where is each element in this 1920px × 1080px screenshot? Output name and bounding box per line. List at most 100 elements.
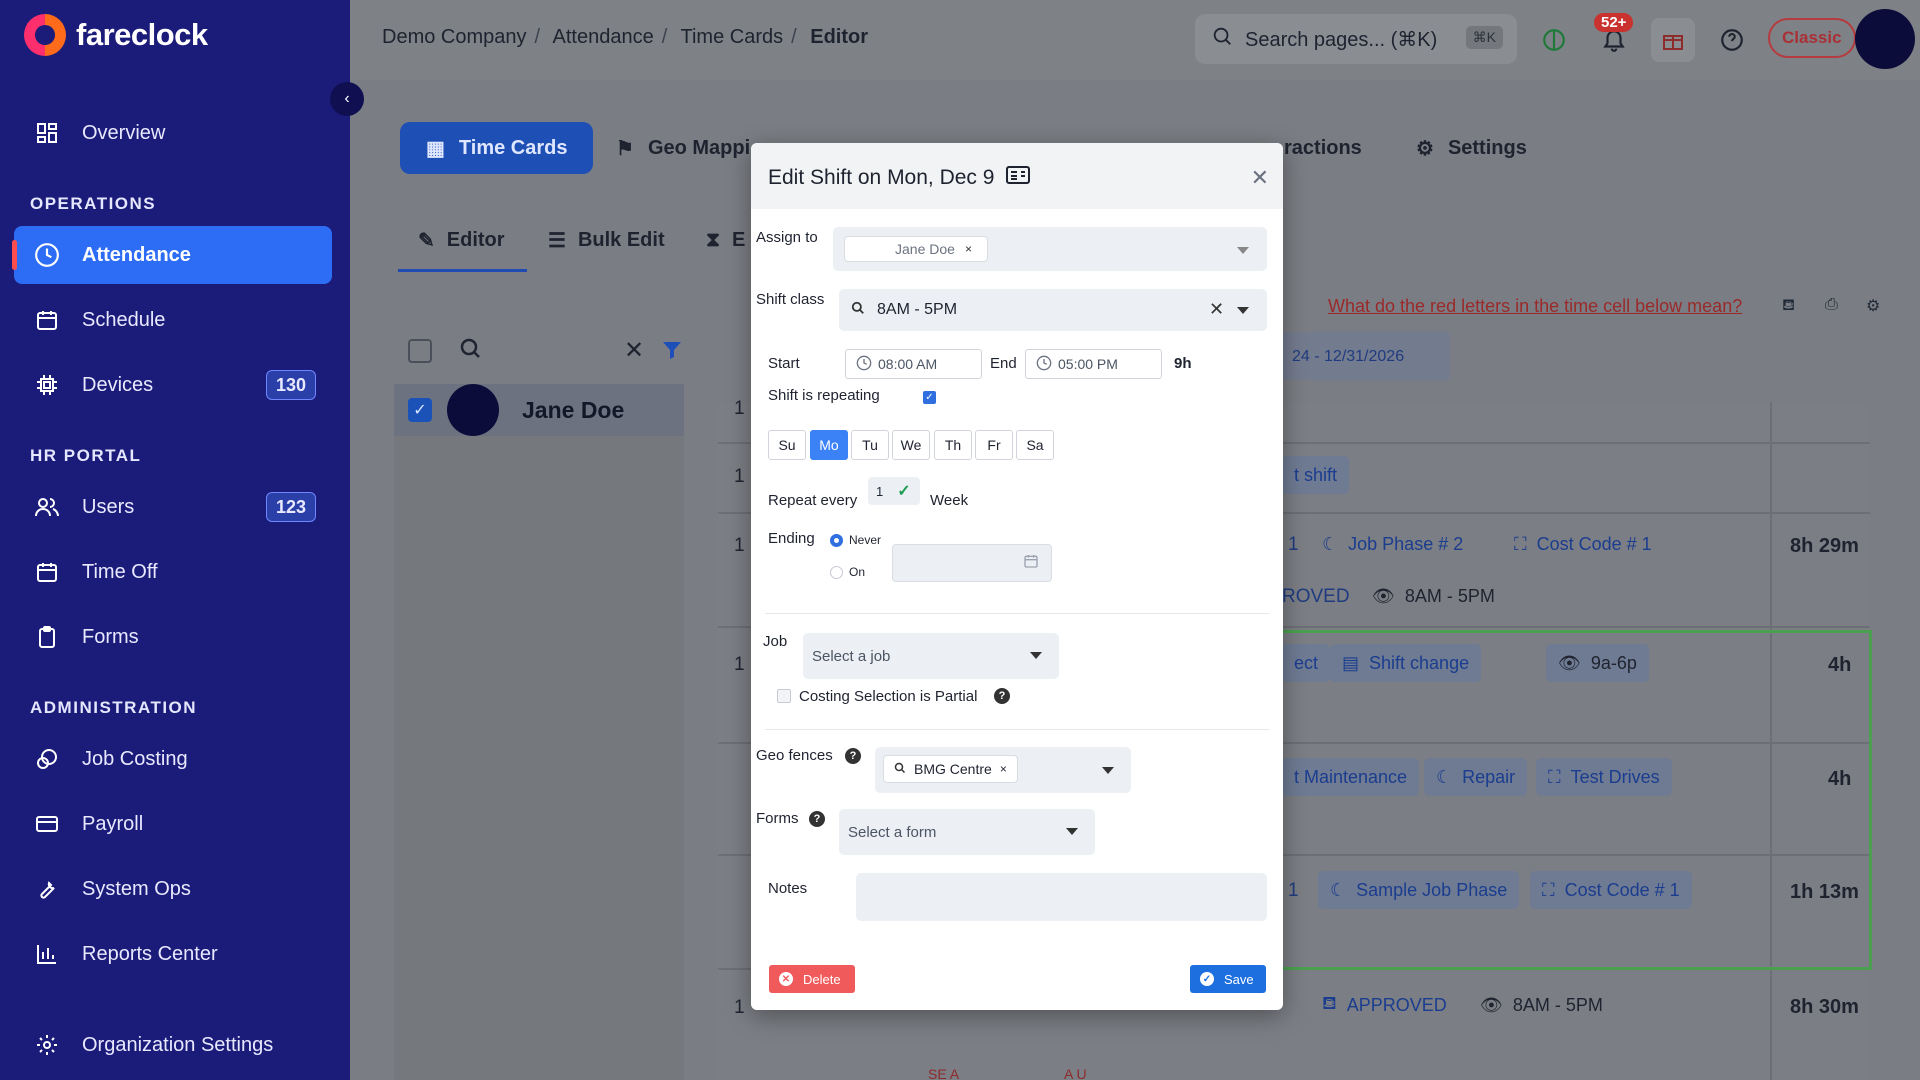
logo[interactable]: fareclock bbox=[24, 14, 208, 56]
day-wednesday[interactable]: We bbox=[892, 430, 930, 460]
job-phase-chip[interactable]: ☾ Sample Job Phase bbox=[1318, 871, 1520, 909]
end-time-input[interactable]: 05:00 PM bbox=[1025, 349, 1162, 379]
subtab-bulk-edit[interactable]: ☰ Bulk Edit bbox=[548, 218, 665, 262]
start-time-input[interactable]: 08:00 AM bbox=[845, 349, 982, 379]
employee-checkbox[interactable]: ✓ bbox=[408, 398, 432, 422]
red-letters-help-link[interactable]: What do the red letters in the time cell… bbox=[1328, 296, 1742, 317]
repeat-every-input[interactable]: 1 ✓ bbox=[868, 477, 920, 505]
notes-textarea[interactable] bbox=[856, 873, 1267, 921]
ending-never-radio[interactable] bbox=[830, 534, 843, 547]
cost-code-chip[interactable]: ⛶ Cost Code # 1 bbox=[1530, 871, 1692, 909]
tab-geo-mapping[interactable]: ⚑ Geo Mappi bbox=[616, 122, 750, 174]
save-button[interactable]: ✓ Save bbox=[1190, 965, 1266, 993]
shift-class-chip[interactable]: 👁 9a-6p bbox=[1546, 644, 1649, 682]
shift-class-select[interactable]: 8AM - 5PM bbox=[839, 289, 1267, 331]
sidebar-item-users[interactable]: Users 123 bbox=[14, 478, 332, 536]
day-saturday[interactable]: Sa bbox=[1016, 430, 1054, 460]
tab-interactions[interactable]: ractions bbox=[1284, 122, 1362, 174]
help-icon[interactable]: ? bbox=[809, 811, 825, 827]
chip-label: 8AM - 5PM bbox=[1512, 994, 1603, 1015]
end-label: End bbox=[990, 355, 1017, 372]
day-friday[interactable]: Fr bbox=[975, 430, 1013, 460]
help-icon[interactable] bbox=[1710, 18, 1754, 62]
user-avatar[interactable] bbox=[1855, 9, 1915, 69]
assignee-tag[interactable]: Jane Doe × bbox=[844, 236, 988, 262]
date-range[interactable]: 24 - 12/31/2026 bbox=[1282, 332, 1450, 380]
sidebar-item-label: Forms bbox=[82, 625, 139, 648]
print-icon[interactable]: ⎙ bbox=[1825, 296, 1838, 314]
breadcrumb-time-cards[interactable]: Time Cards bbox=[681, 26, 784, 48]
close-icon[interactable]: ✕ bbox=[1251, 165, 1269, 191]
job-phase-chip[interactable]: ☾ Job Phase # 2 bbox=[1310, 525, 1475, 563]
sidebar-item-devices[interactable]: Devices 130 bbox=[14, 356, 332, 414]
sidebar-item-job-costing[interactable]: Job Costing bbox=[14, 730, 332, 788]
subtab-other[interactable]: ⧗ E bbox=[706, 218, 745, 262]
id-card-icon[interactable] bbox=[1006, 165, 1031, 191]
employee-search-icon[interactable] bbox=[458, 336, 482, 365]
breadcrumb-attendance[interactable]: Attendance bbox=[553, 26, 654, 48]
sidebar-item-time-off[interactable]: Time Off bbox=[14, 543, 332, 601]
sidebar-item-forms[interactable]: Forms bbox=[14, 608, 332, 666]
chevron-down-icon[interactable] bbox=[1030, 652, 1042, 659]
select-all-checkbox[interactable] bbox=[408, 339, 432, 363]
sidebar-item-overview[interactable]: Overview bbox=[14, 104, 332, 162]
gear-icon[interactable]: ⚙ bbox=[1866, 296, 1880, 316]
breadcrumb-company[interactable]: Demo Company bbox=[382, 26, 527, 48]
chevron-down-icon[interactable] bbox=[1102, 767, 1114, 774]
day-tuesday[interactable]: Tu bbox=[851, 430, 889, 460]
job-select[interactable]: Select a job bbox=[803, 633, 1059, 679]
geofence-tag[interactable]: BMG Centre × bbox=[883, 755, 1018, 783]
cost-code-chip[interactable]: ⛶ Cost Code # 1 bbox=[1502, 525, 1664, 563]
sidebar-item-reports-center[interactable]: Reports Center bbox=[14, 925, 332, 983]
status-icon[interactable] bbox=[1532, 18, 1576, 62]
classic-mode-button[interactable]: Classic bbox=[1768, 18, 1856, 58]
divider bbox=[765, 613, 1269, 614]
ending-date-input[interactable] bbox=[892, 544, 1052, 582]
shift-class-chip[interactable]: 👁 8AM - 5PM bbox=[1360, 577, 1507, 615]
forms-select[interactable]: Select a form bbox=[839, 809, 1095, 855]
clear-search-icon[interactable]: ✕ bbox=[624, 336, 644, 365]
stamp-icon[interactable]: ⛾ bbox=[1782, 296, 1795, 316]
tab-time-cards[interactable]: ▦ Time Cards bbox=[400, 122, 594, 174]
delete-button[interactable]: ✕ Delete bbox=[769, 965, 855, 993]
chevron-down-icon[interactable] bbox=[1237, 247, 1249, 254]
shift-chip[interactable]: t shift bbox=[1282, 456, 1350, 494]
collapse-sidebar-button[interactable]: ‹ bbox=[330, 82, 364, 116]
subtab-editor[interactable]: ✎ Editor bbox=[398, 218, 526, 272]
sidebar-item-attendance[interactable]: Attendance bbox=[12, 226, 332, 284]
chevron-down-icon[interactable] bbox=[1237, 307, 1249, 314]
red-letter-mark: A U bbox=[1064, 1066, 1087, 1080]
clock-icon bbox=[34, 242, 60, 268]
project-chip[interactable]: ect bbox=[1282, 644, 1331, 682]
eye-icon: 👁 bbox=[1372, 585, 1395, 606]
chevron-left-icon: ‹ bbox=[344, 90, 350, 107]
chip-label: 8AM - 5PM bbox=[1404, 585, 1495, 606]
repeating-checkbox[interactable]: ✓ bbox=[923, 391, 936, 404]
day-sunday[interactable]: Su bbox=[768, 430, 806, 460]
remove-tag-icon[interactable]: × bbox=[1000, 762, 1007, 776]
clear-shift-class-icon[interactable]: ✕ bbox=[1209, 299, 1224, 320]
sidebar-item-organization-settings[interactable]: Organization Settings bbox=[14, 1016, 332, 1074]
ending-on-radio[interactable] bbox=[830, 566, 843, 579]
filter-icon[interactable] bbox=[660, 338, 684, 367]
gift-icon[interactable] bbox=[1651, 18, 1695, 62]
status-chip[interactable]: ⛾ APPROVED bbox=[1310, 986, 1459, 1024]
cost-code-chip[interactable]: ⛶ Test Drives bbox=[1536, 758, 1672, 796]
shift-change-chip[interactable]: ▤ Shift change bbox=[1330, 644, 1482, 682]
day-monday[interactable]: Mo bbox=[810, 430, 848, 460]
job-phase-chip[interactable]: ☾ Repair bbox=[1424, 758, 1528, 796]
remove-tag-icon[interactable]: × bbox=[965, 242, 972, 256]
sidebar-item-payroll[interactable]: Payroll bbox=[14, 795, 332, 853]
chevron-down-icon[interactable] bbox=[1066, 828, 1078, 835]
costing-partial-checkbox[interactable] bbox=[777, 689, 791, 703]
tab-settings[interactable]: ⚙ Settings bbox=[1416, 122, 1527, 174]
forms-placeholder: Select a form bbox=[848, 823, 937, 841]
help-icon[interactable]: ? bbox=[994, 688, 1010, 704]
day-thursday[interactable]: Th bbox=[934, 430, 972, 460]
help-icon[interactable]: ? bbox=[845, 748, 861, 764]
job-chip[interactable]: t Maintenance bbox=[1282, 758, 1420, 796]
sidebar-item-system-ops[interactable]: System Ops bbox=[14, 860, 332, 918]
search-pages-input[interactable]: Search pages... (⌘K) ⌘K bbox=[1195, 14, 1517, 64]
sidebar-item-schedule[interactable]: Schedule bbox=[14, 291, 332, 349]
shift-class-chip[interactable]: 👁 8AM - 5PM bbox=[1468, 986, 1615, 1024]
